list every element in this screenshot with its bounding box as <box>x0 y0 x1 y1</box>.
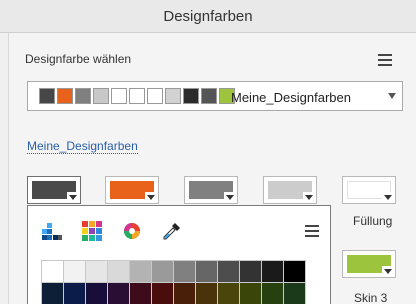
color-swatch[interactable] <box>196 261 217 282</box>
panel-body: Designfarbe wählen Meine_Designfarben Me… <box>8 33 416 304</box>
theme-swatch <box>75 88 91 104</box>
theme-swatch-strip <box>39 88 237 105</box>
theme-select-value: Meine_Designfarben <box>231 90 351 105</box>
chevron-down-icon <box>145 192 157 202</box>
chevron-down-icon <box>388 93 396 99</box>
theme-swatch <box>129 88 145 104</box>
color-slot-2-button[interactable] <box>105 176 159 204</box>
color-swatch[interactable] <box>240 261 261 282</box>
panel-title: Designfarben <box>163 8 253 25</box>
theme-swatch <box>93 88 109 104</box>
color-swatch[interactable] <box>130 283 151 304</box>
theme-swatch <box>57 88 73 104</box>
color-swatch[interactable] <box>108 283 129 304</box>
swatches-icon[interactable] <box>41 220 63 242</box>
color-swatch[interactable] <box>64 283 85 304</box>
color-picker-popup <box>27 205 331 304</box>
theme-menu-icon[interactable] <box>378 54 392 66</box>
chevron-down-icon <box>303 192 315 202</box>
design-colors-panel: Designfarben Designfarbe wählen Meine_De… <box>0 0 416 304</box>
eyedropper-icon[interactable] <box>161 220 183 242</box>
theme-swatch <box>165 88 181 104</box>
color-swatch-grid <box>41 260 306 304</box>
color-swatch[interactable] <box>196 283 217 304</box>
color-swatch[interactable] <box>42 283 63 304</box>
color-swatch[interactable] <box>86 261 107 282</box>
color-swatch[interactable] <box>130 261 151 282</box>
panel-header: Designfarben <box>0 0 416 33</box>
color-swatch[interactable] <box>42 261 63 282</box>
color-swatch[interactable] <box>174 261 195 282</box>
theme-swatch <box>147 88 163 104</box>
color-swatch[interactable] <box>64 261 85 282</box>
color-swatch[interactable] <box>152 283 173 304</box>
color-slot-3-button[interactable] <box>184 176 238 204</box>
color-swatch[interactable] <box>174 283 195 304</box>
color-wheel-icon[interactable] <box>121 220 143 242</box>
color-swatch[interactable] <box>262 283 283 304</box>
theme-select-label: Designfarbe wählen <box>25 52 132 66</box>
theme-name-link[interactable]: Meine_Designfarben <box>27 139 138 154</box>
color-swatch[interactable] <box>262 261 283 282</box>
color-swatch[interactable] <box>240 283 261 304</box>
color-swatch[interactable] <box>218 261 239 282</box>
color-slot-5-button[interactable] <box>342 176 396 204</box>
color-grid-icon[interactable] <box>81 220 103 242</box>
color-swatch[interactable] <box>218 283 239 304</box>
theme-select-dropdown[interactable]: Meine_Designfarben <box>27 81 403 111</box>
picker-menu-icon[interactable] <box>305 225 319 237</box>
chevron-down-icon <box>67 192 79 202</box>
color-slot-6-label: Skin 3 <box>354 291 388 304</box>
theme-swatch <box>39 88 55 104</box>
color-swatch[interactable] <box>284 283 305 304</box>
color-slot-1-button[interactable] <box>27 176 81 204</box>
chevron-down-icon <box>382 266 394 276</box>
color-swatch[interactable] <box>152 261 173 282</box>
chevron-down-icon <box>382 192 394 202</box>
color-slot-5-label: Füllung <box>353 214 393 228</box>
color-swatch[interactable] <box>284 261 305 282</box>
color-slot-6-button[interactable] <box>342 250 396 278</box>
color-swatch[interactable] <box>108 261 129 282</box>
theme-swatch <box>201 88 217 104</box>
theme-swatch <box>111 88 127 104</box>
color-slot-4-button[interactable] <box>263 176 317 204</box>
theme-swatch <box>183 88 199 104</box>
chevron-down-icon <box>224 192 236 202</box>
color-swatch[interactable] <box>86 283 107 304</box>
